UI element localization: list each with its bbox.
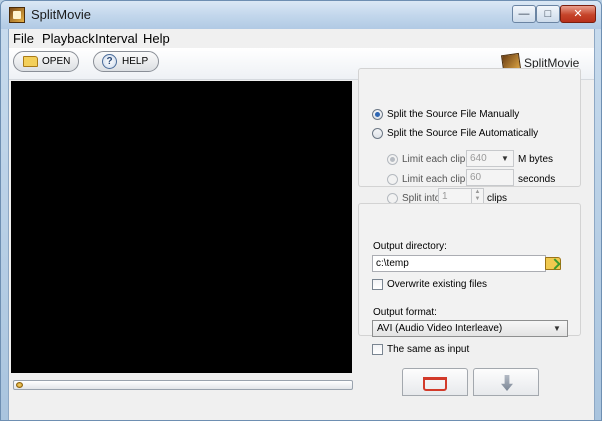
output-format-label: Output format: [373, 307, 437, 318]
minimize-button[interactable]: — [512, 5, 536, 23]
limit-time-unit: seconds [518, 174, 556, 185]
menu-playback[interactable]: Playback [42, 31, 95, 46]
seek-thumb[interactable] [16, 382, 23, 388]
app-window: SplitMovie — □ ✕ File Playback Interval … [0, 0, 602, 421]
close-button[interactable]: ✕ [560, 5, 596, 23]
output-directory-input[interactable]: c:\temp [372, 255, 546, 272]
output-format-select[interactable]: AVI (Audio Video Interleave) ▼ [372, 320, 568, 337]
cart-button[interactable] [402, 368, 468, 396]
output-directory-value: c:\temp [376, 258, 409, 269]
same-as-input-checkbox[interactable] [372, 344, 383, 355]
limit-time-radio[interactable] [387, 174, 398, 185]
output-directory-label: Output directory: [373, 241, 447, 252]
chevron-down-icon: ▼ [553, 324, 561, 333]
open-button-label: OPEN [42, 56, 71, 67]
menu-help[interactable]: Help [143, 31, 170, 46]
overwrite-checkbox[interactable] [372, 279, 383, 290]
menu-file[interactable]: File [13, 31, 34, 46]
limit-size-radio[interactable] [387, 154, 398, 165]
seek-slider[interactable] [13, 380, 353, 390]
limit-time-input[interactable]: 60 [466, 169, 514, 186]
title-bar[interactable]: SplitMovie — □ ✕ [1, 1, 601, 29]
video-preview[interactable] [11, 81, 352, 373]
folder-arrow-icon[interactable] [545, 257, 561, 270]
limit-size-unit: M bytes [518, 154, 554, 165]
split-into-value: 1 [442, 191, 448, 202]
split-auto-radio[interactable] [372, 128, 383, 139]
chevron-down-icon: ▼ [501, 154, 509, 163]
limit-time-value: 60 [470, 172, 482, 183]
spin-arrows-icon[interactable]: ▲ ▼ [471, 189, 483, 204]
menu-interval[interactable]: Interval [95, 31, 138, 46]
split-manual-radio[interactable] [372, 109, 383, 120]
split-manual-label: Split the Source File Manually [387, 109, 520, 120]
help-button-label: HELP [122, 56, 149, 67]
overwrite-label: Overwrite existing files [387, 279, 488, 290]
open-button[interactable]: OPEN [13, 51, 79, 72]
window-title: SplitMovie [31, 7, 91, 22]
cart-icon [423, 377, 447, 391]
cut-arrow-icon [501, 375, 513, 391]
menu-bar: File Playback Interval Help [9, 29, 594, 47]
output-format-value: AVI (Audio Video Interleave) [377, 323, 503, 334]
same-as-input-label: The same as input [387, 344, 470, 355]
limit-size-value: 640 [470, 153, 487, 164]
help-button[interactable]: ? HELP [93, 51, 159, 72]
film-slate-icon [9, 7, 25, 23]
limit-size-dropdown[interactable]: 640 ▼ [466, 150, 514, 167]
cut-button[interactable] [473, 368, 539, 396]
question-circle-icon: ? [102, 54, 117, 69]
split-auto-label: Split the Source File Automatically [387, 128, 539, 139]
maximize-button[interactable]: □ [536, 5, 560, 23]
folder-open-icon [23, 56, 38, 67]
